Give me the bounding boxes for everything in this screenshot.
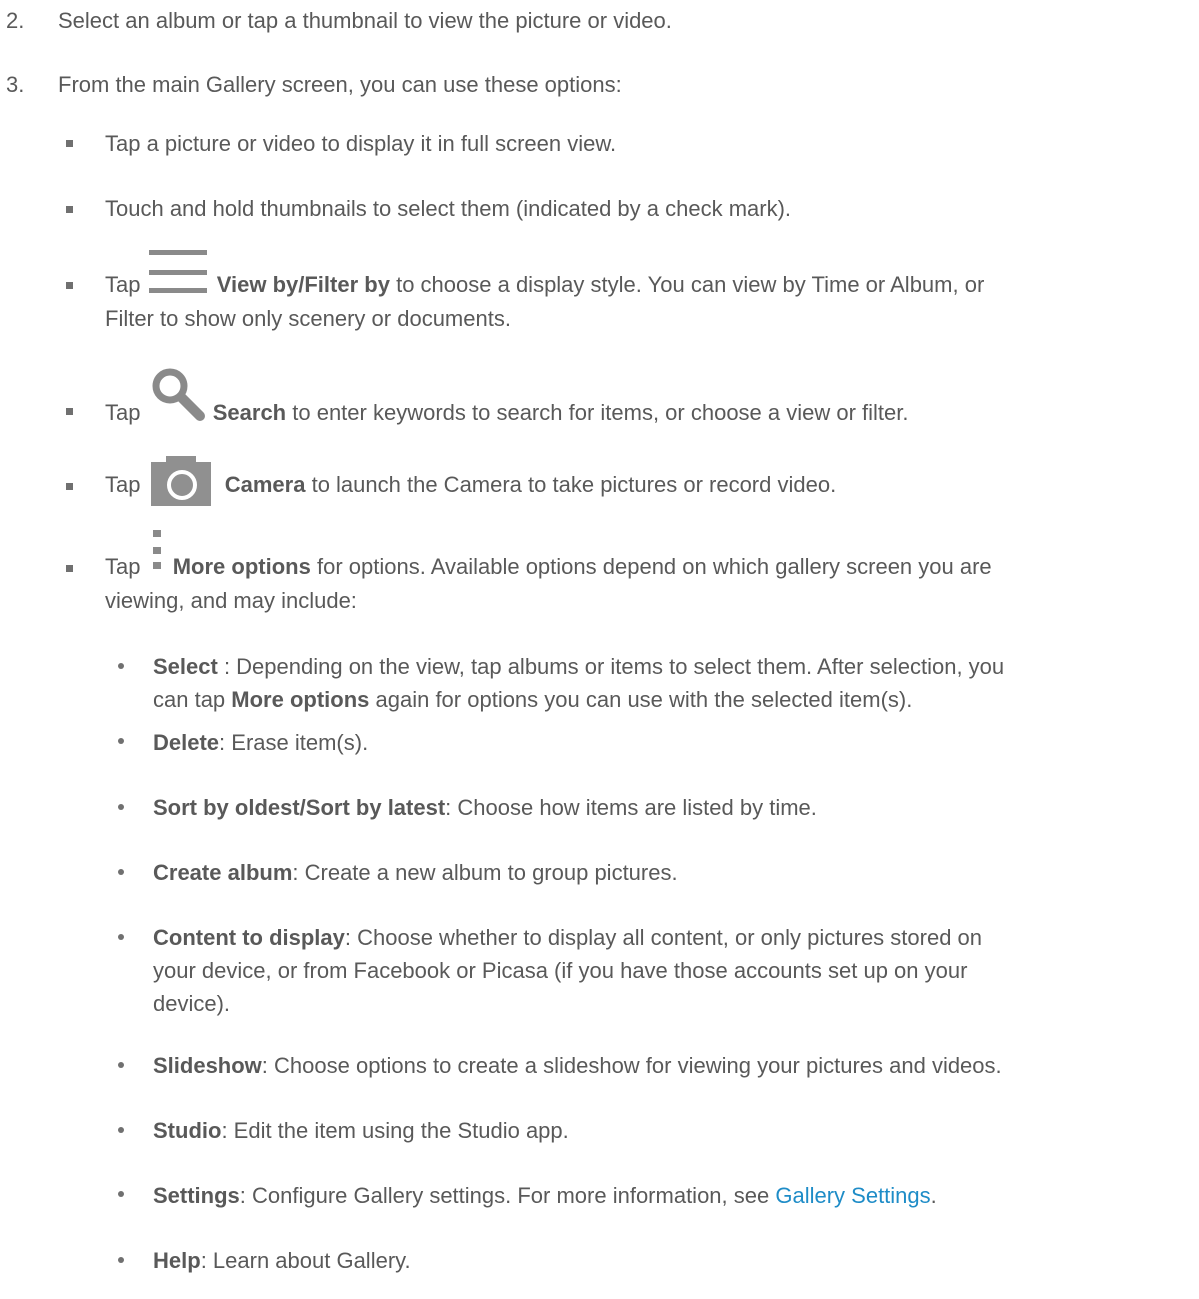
bullet-marker <box>118 1062 124 1068</box>
option-description: your device, or from Facebook or Picasa … <box>153 958 968 983</box>
view-by-label: View by/Filter by <box>216 272 390 297</box>
option-item: Sort by oldest/Sort by latest: Choose ho… <box>153 791 1193 824</box>
bullet-marker <box>118 934 124 940</box>
tap-word: Tap <box>105 554 141 579</box>
option-description: : Configure Gallery settings. For more i… <box>239 1183 776 1208</box>
option-item: Content to display: Choose whether to di… <box>153 921 1193 954</box>
option-text: for options. Available options depend on… <box>316 554 992 579</box>
step-number: 2. <box>6 8 25 33</box>
option-description: . <box>930 1183 937 1208</box>
option-item: Select : Depending on the view, tap albu… <box>153 650 1193 683</box>
option-label: Create album <box>153 860 293 885</box>
gallery-settings-link[interactable]: Gallery Settings <box>775 1183 930 1208</box>
bullet-marker <box>118 869 124 875</box>
option-label: Content to display <box>153 925 345 950</box>
option-label: Sort by oldest/Sort by latest <box>153 795 446 820</box>
tap-word: Tap <box>105 400 141 425</box>
menu-icon <box>149 250 207 295</box>
option-description: : Create a new album to group pictures. <box>292 860 678 885</box>
bullet-marker <box>66 565 73 572</box>
bullet-marker <box>66 206 73 213</box>
search-icon <box>152 368 205 421</box>
camera-label: Camera <box>224 472 306 497</box>
option-item: Slideshow: Choose options to create a sl… <box>153 1049 1193 1082</box>
bullet-marker <box>118 738 124 744</box>
option-label: Settings <box>153 1183 240 1208</box>
option-description: : Learn about Gallery. <box>200 1248 411 1273</box>
option-text: Filter to show only scenery or documents… <box>105 306 511 331</box>
bullet-marker <box>118 804 124 810</box>
option-text: Tap a picture or video to display it in … <box>105 131 617 156</box>
bullet-marker <box>118 663 124 669</box>
option-label: Select <box>153 654 218 679</box>
option-description: can tap <box>153 687 232 712</box>
step-text: Select an album or tap a thumbnail to vi… <box>58 8 672 33</box>
option-description: : Choose how items are listed by time. <box>445 795 817 820</box>
option-description: can tap More options again for options y… <box>153 683 1193 716</box>
option-item: Create album: Create a new album to grou… <box>153 856 1193 889</box>
more-options-icon <box>153 530 161 574</box>
tap-word: Tap <box>105 472 141 497</box>
option-description: again for options you can use with the s… <box>369 687 913 712</box>
option-label: Delete <box>153 730 220 755</box>
option-description: : Depending on the view, tap albums or i… <box>217 654 1005 679</box>
option-item: Help: Learn about Gallery. <box>153 1244 1193 1277</box>
step-number: 3. <box>6 72 25 97</box>
option-text: Tap View by/Filter by to choose a displa… <box>105 268 1195 301</box>
option-text: to choose a display style. You can view … <box>396 272 985 297</box>
bullet-marker <box>118 1127 124 1133</box>
option-label: More options <box>231 687 370 712</box>
option-description: : Erase item(s). <box>219 730 369 755</box>
option-description: : Choose whether to display all content,… <box>344 925 983 950</box>
option-text: Tap Camera to launch the Camera to take … <box>105 468 1195 501</box>
option-description: : Choose options to create a slideshow f… <box>261 1053 1002 1078</box>
bullet-marker <box>66 408 73 415</box>
tap-word: Tap <box>105 272 141 297</box>
option-label: Help <box>153 1248 201 1273</box>
bullet-marker <box>66 483 73 490</box>
bullet-marker <box>66 140 73 147</box>
option-text: Tap Search to enter keywords to search f… <box>105 396 1195 429</box>
option-text: Touch and hold thumbnails to select them… <box>105 196 792 221</box>
option-label: Slideshow <box>153 1053 262 1078</box>
option-text: Tap More options for options. Available … <box>105 550 1195 583</box>
option-item: Settings: Configure Gallery settings. Fo… <box>153 1179 1193 1212</box>
step-text: From the main Gallery screen, you can us… <box>58 72 622 97</box>
more-options-label: More options <box>172 554 311 579</box>
option-text: to enter keywords to search for items, o… <box>292 400 909 425</box>
bullet-marker <box>118 1191 124 1197</box>
option-item: Delete: Erase item(s). <box>153 726 1193 759</box>
option-text: to launch the Camera to take pictures or… <box>311 472 837 497</box>
bullet-marker <box>118 1257 124 1263</box>
option-description: : Edit the item using the Studio app. <box>221 1118 569 1143</box>
bullet-marker <box>66 282 73 289</box>
search-label: Search <box>212 400 287 425</box>
camera-icon <box>151 456 211 506</box>
option-label: Studio <box>153 1118 222 1143</box>
option-text: viewing, and may include: <box>105 588 357 613</box>
option-item: Studio: Edit the item using the Studio a… <box>153 1114 1193 1147</box>
option-description: device). <box>153 991 231 1016</box>
